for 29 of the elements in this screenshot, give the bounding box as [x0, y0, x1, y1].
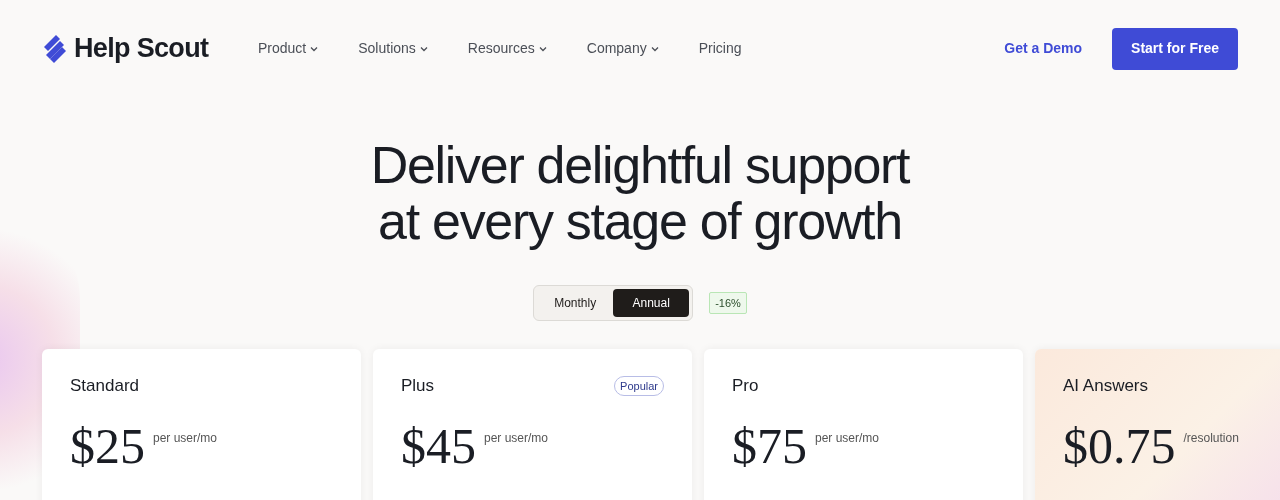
price-unit: per user/mo	[153, 429, 218, 447]
headline: at every stage of growth	[378, 193, 902, 249]
chevron-down-icon	[538, 45, 547, 52]
chevron-down-icon	[650, 45, 659, 52]
billing-option[interactable]: Monthly	[537, 289, 614, 317]
start-button[interactable]: Start for Free	[1112, 27, 1238, 70]
chevron-down-icon	[419, 45, 428, 52]
nav-link[interactable]: Company	[586, 38, 659, 59]
nav-link[interactable]: Solutions	[358, 38, 428, 59]
nav-link[interactable]: Resources	[467, 38, 547, 59]
price-unit: per user/mo	[484, 429, 549, 447]
plan-name: Standard	[70, 375, 139, 397]
price-unit: per user/mo	[815, 429, 880, 447]
demo-link[interactable]: Get a Demo	[1004, 38, 1083, 59]
billing-option[interactable]: Annual	[613, 289, 690, 317]
plan-name: AI Answers	[1063, 375, 1149, 397]
plan-price: $0.75	[1063, 420, 1176, 471]
nav-link[interactable]: Product	[258, 38, 319, 59]
discount-badge: -16%	[709, 291, 747, 315]
plan-price: $25	[70, 420, 145, 471]
nav-link[interactable]: Pricing	[698, 38, 742, 59]
plan-name: Pro	[732, 375, 759, 397]
chevron-down-icon	[310, 45, 319, 52]
plan-name: Plus	[401, 375, 435, 397]
plan-price: $75	[732, 420, 807, 471]
brand-name: Help Scout	[74, 32, 209, 66]
headline: Deliver delightful support	[370, 137, 910, 193]
price-unit: /resolution	[1183, 429, 1239, 447]
plan-price: $45	[401, 420, 476, 471]
